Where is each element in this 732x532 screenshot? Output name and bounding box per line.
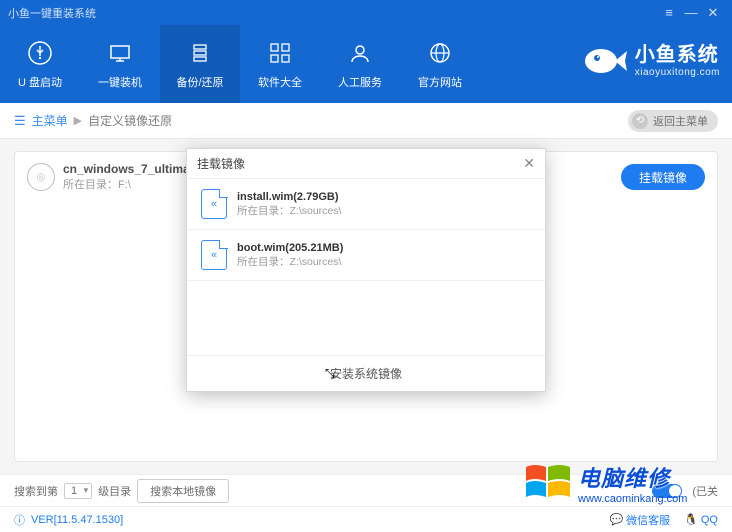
file-name: install.wim(2.79GB) [237,191,341,203]
nav-software[interactable]: 软件大全 [240,25,320,103]
back-label: 返回主菜单 [653,113,708,129]
brand-name: 小鱼系统 [635,38,720,67]
brand-logo: 小鱼系统 xiaoyuxitong.com [579,33,720,83]
usb-icon [25,38,55,68]
back-arrow-icon: ⟲ [632,113,648,129]
disc-icon: ◎ [27,163,55,191]
grid-icon [265,38,295,68]
nav-label: 软件大全 [258,74,302,90]
nav-website[interactable]: 官方网站 [400,25,480,103]
titlebar: 小鱼一键重装系统 ≡ — ✕ [0,0,732,25]
back-to-main-button[interactable]: ⟲ 返回主菜单 [628,110,718,132]
app-title: 小鱼一键重装系统 [8,5,96,21]
depth-select[interactable]: 1 [64,483,92,499]
nav-label: 备份/还原 [176,74,223,90]
toggle-switch[interactable] [652,484,682,498]
nav-one-click[interactable]: 一键装机 [80,25,160,103]
nav-label: 一键装机 [98,74,142,90]
wim-file-icon: « [201,189,227,219]
breadcrumb: ☰ 主菜单 ▶ 自定义镜像还原 ⟲ 返回主菜单 [0,103,732,139]
status-bar: ⓘ VER[11.5.47.1530] 💬微信客服 🐧QQ [0,506,732,532]
qq-icon: 🐧 [684,513,698,526]
brand-url: xiaoyuxitong.com [635,67,720,78]
file-path: 所在目录：Z:\sources\ [237,203,341,218]
version-label: VER[11.5.47.1530] [31,514,123,526]
headset-icon [345,38,375,68]
file-path: 所在目录：Z:\sources\ [237,254,343,269]
file-name: boot.wim(205.21MB) [237,242,343,254]
wechat-support[interactable]: 💬微信客服 [609,512,670,528]
bottom-bar: 搜索到第 1 级目录 搜索本地镜像 (已关 [0,474,732,506]
found-label: 搜索到第 [14,483,58,499]
chevron-right-icon: ▶ [74,114,82,127]
menu-icon[interactable]: ≡ [658,5,680,20]
close-window-icon[interactable]: ✕ [702,5,724,21]
wechat-icon: 💬 [609,513,623,526]
nav-usb-boot[interactable]: U 盘启动 [0,25,80,103]
nav-label: 人工服务 [338,74,382,90]
close-icon[interactable]: ✕ [523,155,535,172]
install-system-image-button[interactable]: ⤡ 安装系统镜像 [187,355,545,391]
nav-label: 官方网站 [418,74,462,90]
info-icon: ⓘ [14,512,25,528]
minimize-icon[interactable]: — [680,5,702,20]
file-row-boot[interactable]: « boot.wim(205.21MB) 所在目录：Z:\sources\ [187,230,545,281]
server-icon [185,38,215,68]
file-row-install[interactable]: « install.wim(2.79GB) 所在目录：Z:\sources\ [187,179,545,230]
modal-body: « install.wim(2.79GB) 所在目录：Z:\sources\ «… [187,179,545,355]
wim-file-icon: « [201,240,227,270]
crumb-sub: 自定义镜像还原 [88,112,172,129]
modal-titlebar: 挂载镜像 ✕ [187,149,545,179]
monitor-icon [105,38,135,68]
nav-support[interactable]: 人工服务 [320,25,400,103]
search-local-button[interactable]: 搜索本地镜像 [137,479,229,503]
toggle-label: (已关 [692,483,718,499]
mount-image-button[interactable]: 挂载镜像 [621,164,705,190]
header-nav: U 盘启动 一键装机 备份/还原 软件大全 人工服务 官方网站 [0,25,732,103]
nav-backup-restore[interactable]: 备份/还原 [160,25,240,103]
modal-action-label: 安装系统镜像 [330,365,402,382]
list-icon: ☰ [14,113,26,129]
globe-icon [425,38,455,68]
modal-title-text: 挂载镜像 [197,155,245,172]
nav-label: U 盘启动 [18,74,62,90]
qq-support[interactable]: 🐧QQ [684,513,718,526]
crumb-root[interactable]: 主菜单 [32,112,68,129]
fish-icon [579,33,629,83]
level-label: 级目录 [98,483,131,499]
mount-image-modal: 挂载镜像 ✕ « install.wim(2.79GB) 所在目录：Z:\sou… [186,148,546,392]
